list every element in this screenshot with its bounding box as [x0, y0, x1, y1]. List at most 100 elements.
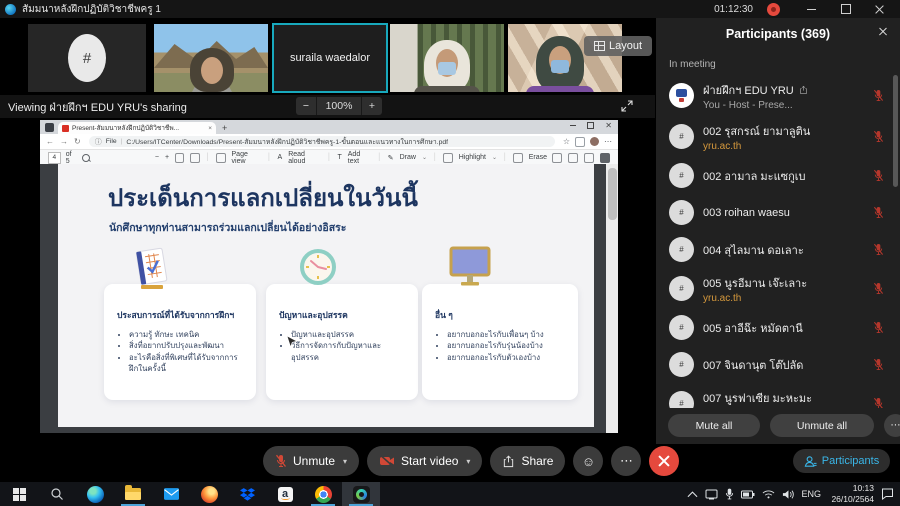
url-field[interactable]: ⓘ File | C:/Users/ITCenter/Downloads/Pre… — [89, 136, 555, 147]
video-off-icon — [379, 455, 395, 467]
page-view-label[interactable]: Page view — [232, 151, 262, 165]
expand-share-icon[interactable] — [621, 100, 633, 112]
start-video-button[interactable]: Start video ▾ — [367, 446, 482, 476]
tray-chevron-up-icon[interactable] — [687, 490, 698, 498]
highlight-icon[interactable] — [443, 153, 452, 163]
participant-row[interactable]: # 002 อามาล มะแซกูเบ — [656, 157, 893, 194]
share-button[interactable]: Share — [490, 446, 565, 476]
video-thumbnail-5[interactable] — [508, 24, 622, 92]
participant-row[interactable]: # 005 นูรอีมาน เจ๊ะเลาะ yru.ac.th — [656, 268, 893, 309]
add-text-label[interactable]: Add text — [348, 151, 372, 165]
maximize-button[interactable] — [832, 1, 862, 17]
zoom-in-button[interactable]: + — [362, 97, 382, 115]
browser-close-icon[interactable]: ✕ — [605, 123, 612, 129]
chevron-down-icon[interactable]: ▾ — [343, 457, 347, 466]
forward-icon[interactable]: → — [60, 137, 68, 146]
taskbar-clock[interactable]: 10:13 26/10/2564 — [828, 483, 874, 504]
taskbar-webex-button[interactable] — [342, 482, 380, 506]
favorites-star-icon[interactable]: ☆ — [563, 137, 570, 146]
taskbar-dropbox-button[interactable] — [228, 482, 266, 506]
layout-button[interactable]: Layout — [584, 36, 652, 56]
rotate-icon[interactable] — [175, 153, 184, 163]
save-icon[interactable] — [568, 153, 578, 163]
participant-row[interactable]: # 005 อาอีฉ๊ะ หมัดตานี — [656, 309, 893, 346]
action-center-icon[interactable] — [881, 488, 894, 500]
collections-icon[interactable] — [575, 137, 585, 147]
new-tab-button[interactable]: + — [222, 123, 227, 133]
video-thumbnail-2[interactable] — [154, 24, 268, 92]
participant-row[interactable]: # 007 นูรฟาเซีย มะหะมะ yru.ac.th — [656, 383, 893, 408]
language-indicator[interactable]: ENG — [801, 489, 821, 499]
profile-avatar-icon[interactable] — [590, 137, 599, 146]
page-view-icon[interactable] — [216, 153, 225, 163]
pin-toolbar-icon[interactable] — [600, 153, 610, 163]
webex-app-icon — [5, 4, 16, 15]
highlight-caret-icon[interactable]: ⌄ — [492, 154, 497, 161]
taskbar-edge-button[interactable] — [76, 482, 114, 506]
video-thumbnail-4[interactable] — [390, 24, 504, 92]
unmute-button[interactable]: Unmute ▾ — [263, 446, 359, 476]
pdf-zoom-out-icon[interactable]: − — [155, 154, 159, 161]
pdf-scrollbar[interactable] — [606, 164, 618, 433]
recording-indicator-icon[interactable] — [767, 3, 780, 16]
taskbar-firefox-button[interactable] — [190, 482, 228, 506]
fit-page-icon[interactable] — [190, 153, 199, 163]
leave-meeting-button[interactable] — [649, 446, 679, 476]
cast-display-icon[interactable] — [705, 489, 718, 500]
participant-row[interactable]: # 002 รุสกรณ์ ยามาลูติน yru.ac.th — [656, 116, 893, 157]
browser-maximize-icon[interactable] — [587, 122, 594, 129]
taskbar-search-button[interactable] — [38, 482, 76, 506]
participant-row[interactable]: # 004 สุไลมาน ดอเลาะ — [656, 231, 893, 268]
browser-tab[interactable]: Present-สัมมนาหลังฝึกปฏิบัติวิชาชีพ... × — [58, 122, 216, 134]
print-icon[interactable] — [552, 153, 562, 163]
draw-label[interactable]: Draw — [400, 154, 416, 161]
back-icon[interactable]: ← — [46, 137, 54, 146]
close-window-button[interactable] — [866, 1, 896, 17]
pdf-scrollbar-thumb[interactable] — [608, 168, 617, 220]
start-button[interactable] — [0, 482, 38, 506]
minimize-button[interactable] — [798, 1, 828, 17]
meeting-window: สัมมนาหลังฝึกปฏิบัติวิชาชีพครู 1 01:12:3… — [0, 0, 900, 506]
settings-more-icon[interactable]: ⋯ — [604, 137, 612, 146]
save-as-icon[interactable] — [584, 153, 594, 163]
browser-minimize-icon[interactable] — [570, 125, 576, 126]
zoom-out-button[interactable]: − — [296, 97, 317, 115]
participant-row[interactable]: ฝ่ายฝึกฯ EDU YRU You - Host - Prese... — [656, 75, 893, 116]
taskbar-amazon-button[interactable]: a — [266, 482, 304, 506]
tab-search-icon[interactable] — [45, 123, 54, 132]
draw-caret-icon[interactable]: ⌄ — [422, 154, 427, 161]
more-options-button[interactable]: ⋯ — [611, 446, 641, 476]
highlight-label[interactable]: Highlight — [459, 154, 486, 161]
page-info-icon[interactable]: ⓘ — [95, 137, 102, 147]
avatar-hash: # — [83, 50, 91, 67]
webex-icon — [353, 486, 370, 503]
chevron-down-icon[interactable]: ▾ — [466, 457, 470, 466]
panel-scrollbar-thumb[interactable] — [893, 75, 898, 187]
read-aloud-label[interactable]: Read aloud — [288, 151, 321, 165]
speaker-icon[interactable] — [782, 489, 794, 500]
participant-row[interactable]: # 003 roihan waesu — [656, 194, 893, 231]
panel-more-button[interactable]: ⋯ — [884, 414, 900, 437]
pdf-zoom-in-icon[interactable]: + — [165, 154, 169, 161]
erase-icon[interactable] — [513, 153, 522, 163]
reactions-button[interactable]: ☺ — [573, 446, 603, 476]
mute-all-button[interactable]: Mute all — [668, 414, 760, 437]
participants-toggle-button[interactable]: Participants — [793, 449, 890, 473]
close-tab-icon[interactable]: × — [208, 125, 212, 132]
tray-mic-icon[interactable] — [725, 488, 734, 500]
avatar: # — [669, 237, 694, 262]
wifi-icon[interactable] — [762, 489, 775, 499]
video-thumbnail-1[interactable]: # — [28, 24, 146, 92]
taskbar-chrome-button[interactable] — [304, 482, 342, 506]
video-thumbnail-active-speaker[interactable]: suraila waedalor — [272, 23, 388, 93]
unmute-all-button[interactable]: Unmute all — [770, 414, 874, 437]
participant-row[interactable]: # 007 จินดานุต โต๊ปลัด — [656, 346, 893, 383]
page-number-input[interactable]: 4 — [48, 152, 61, 164]
taskbar-explorer-button[interactable] — [114, 482, 152, 506]
battery-icon[interactable] — [741, 490, 755, 499]
erase-label[interactable]: Erase — [529, 154, 547, 161]
taskbar-mail-button[interactable] — [152, 482, 190, 506]
close-panel-icon[interactable] — [876, 25, 890, 39]
refresh-icon[interactable]: ↻ — [74, 137, 81, 146]
pdf-search-icon[interactable] — [82, 154, 90, 162]
